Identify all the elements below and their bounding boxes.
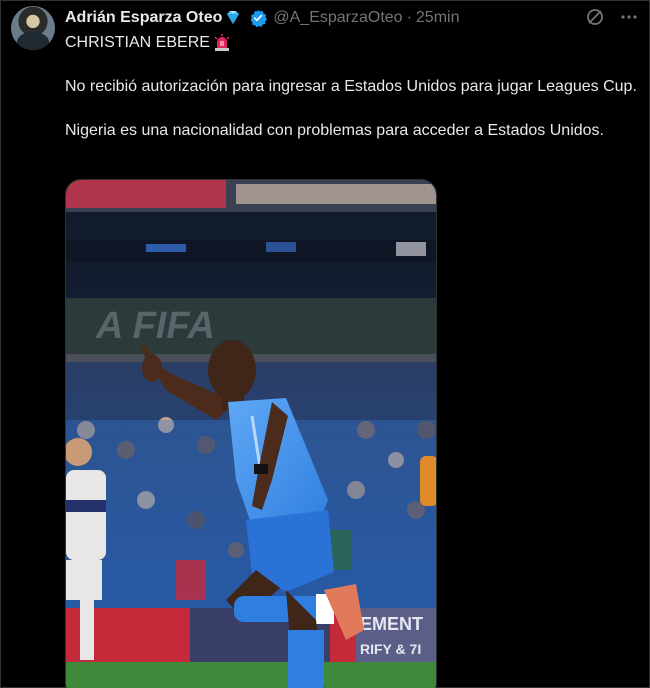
tweet-paragraph-2: Nigeria es una nacionalidad con problema… xyxy=(65,122,604,139)
author-handle[interactable]: @A_EsparzaOteo xyxy=(273,9,402,27)
tweet-paragraph-1: No recibió autorización para ingresar a … xyxy=(65,78,637,95)
ad-board-text-2: RIFY & 7I xyxy=(360,641,421,657)
ad-board-text-1: EMENT xyxy=(360,614,423,634)
photo-footballer-celebrating: A FIFA EMENT RIFY & 7I xyxy=(66,180,436,688)
avatar[interactable] xyxy=(11,6,55,50)
police-light-icon xyxy=(212,33,232,53)
stadium-banner-text: A FIFA xyxy=(95,305,215,347)
more-icon[interactable] xyxy=(619,7,639,27)
grok-icon[interactable] xyxy=(585,7,605,27)
tweet-actions xyxy=(585,7,639,27)
gem-icon xyxy=(223,8,243,28)
tweet-text: CHRISTIAN EBERE No recibió autorización … xyxy=(65,32,645,142)
tweet-card[interactable]: Adrián Esparza Oteo @A_EsparzaOteo · 25m… xyxy=(0,0,650,688)
tweet-timestamp[interactable]: 25min xyxy=(416,9,460,27)
author-name[interactable]: Adrián Esparza Oteo xyxy=(65,9,222,27)
tweet-headline: CHRISTIAN EBERE xyxy=(65,34,210,51)
tweet-header: Adrián Esparza Oteo @A_EsparzaOteo · 25m… xyxy=(65,7,459,29)
separator-dot: · xyxy=(406,9,412,26)
verified-badge-icon xyxy=(249,9,268,28)
tweet-photo[interactable]: A FIFA EMENT RIFY & 7I xyxy=(65,179,437,688)
